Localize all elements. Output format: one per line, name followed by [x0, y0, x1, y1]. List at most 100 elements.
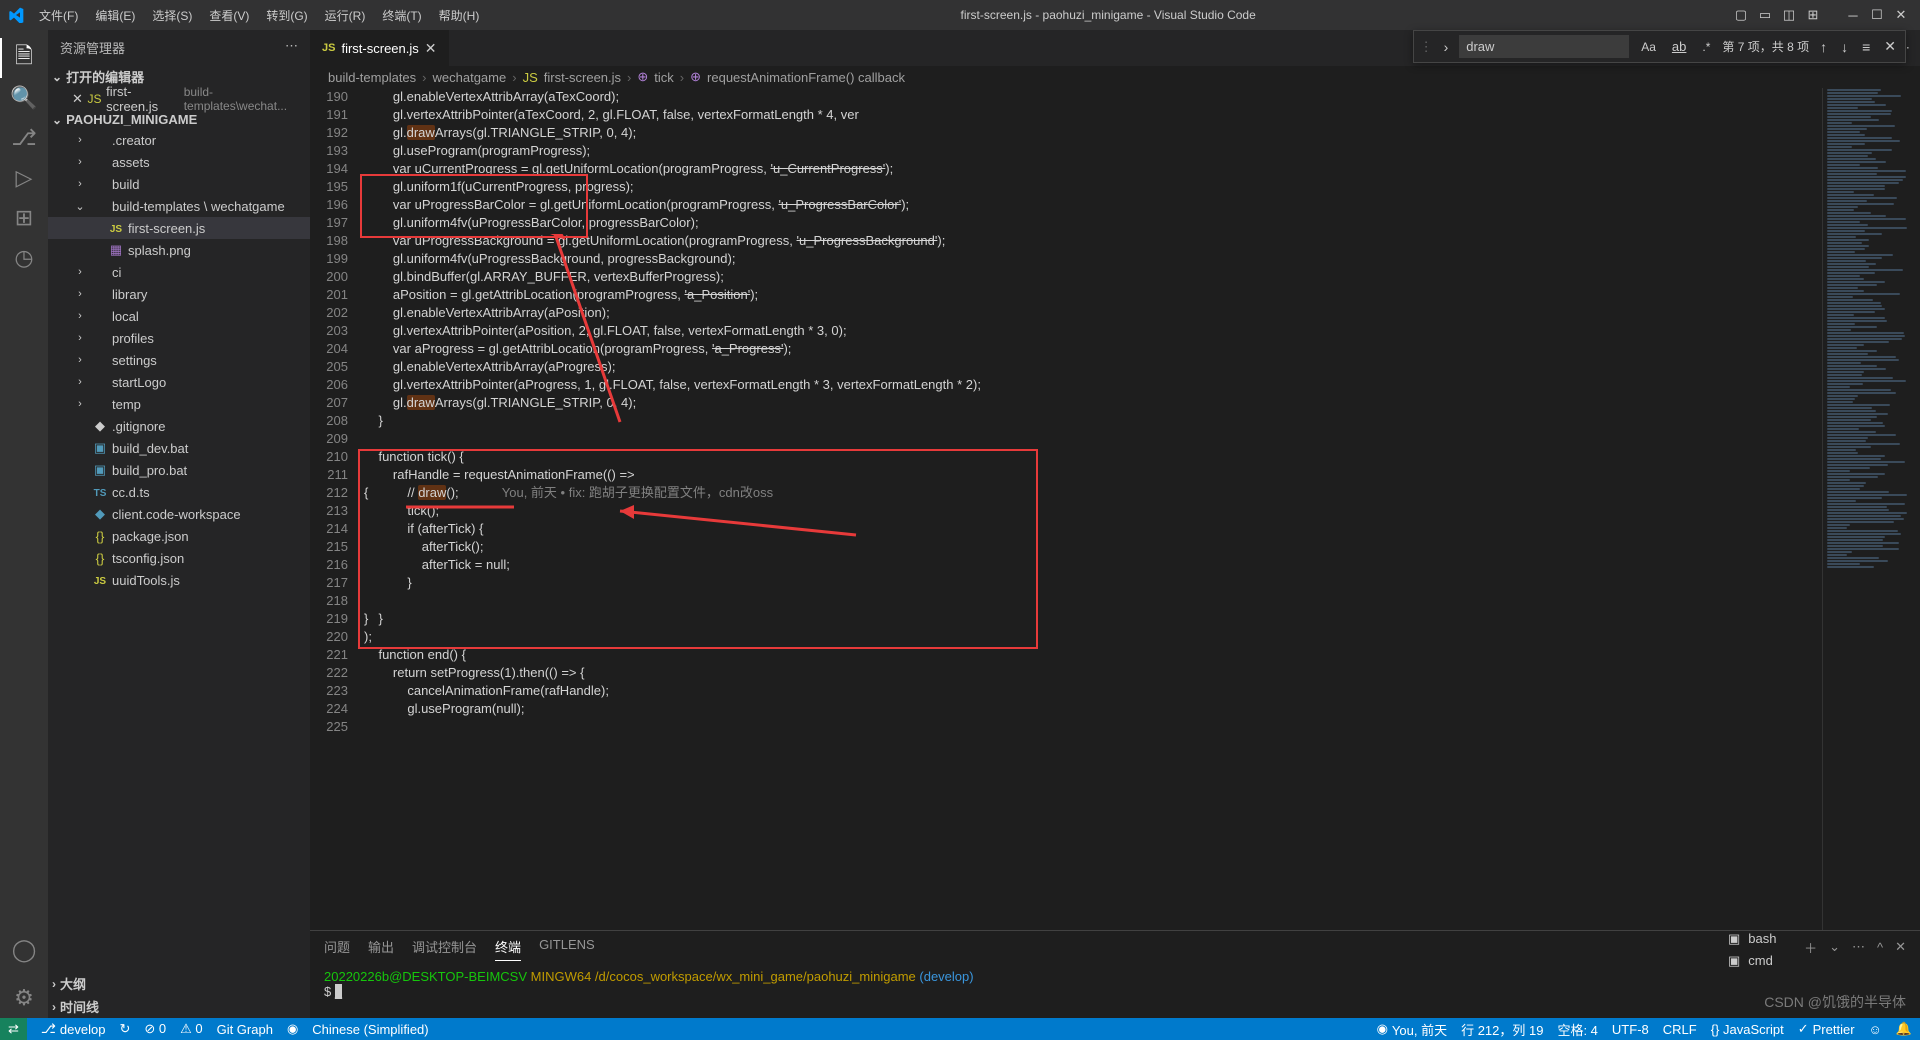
tree-item-ci[interactable]: ›ci: [48, 261, 310, 283]
tree-item-build-templates---wechatgame[interactable]: ⌄build-templates \ wechatgame: [48, 195, 310, 217]
editor-area: JS first-screen.js ✕ ◁ ⇄ ▷ ◫ ⋯ build-tem…: [310, 30, 1920, 1018]
status-position[interactable]: 行 212，列 19: [1461, 1020, 1543, 1039]
tree-item-settings[interactable]: ›settings: [48, 349, 310, 371]
tab-gitlens[interactable]: GITLENS: [539, 937, 595, 961]
open-editor-item[interactable]: ✕ JS first-screen.js build-templates\wec…: [48, 88, 310, 110]
breadcrumb[interactable]: build-templates› wechatgame› JS first-sc…: [310, 66, 1920, 88]
tree-item-local[interactable]: ›local: [48, 305, 310, 327]
next-match-icon[interactable]: ↓: [1838, 39, 1851, 55]
status-sync[interactable]: ↻: [119, 1021, 130, 1037]
find-resize-grip[interactable]: ⋮: [1420, 39, 1433, 55]
close-icon[interactable]: ✕: [72, 91, 83, 107]
search-icon[interactable]: 🔍: [0, 78, 48, 118]
find-input[interactable]: [1459, 35, 1629, 58]
terminal-item-bash[interactable]: ▣bash: [1720, 928, 1910, 950]
maximize-button[interactable]: ☐: [1866, 4, 1888, 26]
code-content[interactable]: gl.enableVertexAttribArray(aTexCoord); g…: [364, 88, 1822, 930]
activitybar: 🗎 🔍 ⎇ ▷ ⊞ ◷ ◯ ⚙: [0, 30, 48, 1018]
menubar: 文件(F) 编辑(E) 选择(S) 查看(V) 转到(G) 运行(R) 终端(T…: [32, 3, 486, 28]
tab-terminal[interactable]: 终端: [495, 937, 521, 961]
status-warnings[interactable]: ⚠ 0: [180, 1021, 203, 1037]
remote-icon[interactable]: ◷: [0, 238, 48, 278]
menu-help[interactable]: 帮助(H): [432, 3, 487, 28]
menu-view[interactable]: 查看(V): [202, 3, 256, 28]
menu-goto[interactable]: 转到(G): [259, 3, 314, 28]
status-prettier[interactable]: ✓ Prettier: [1798, 1021, 1855, 1037]
tree-item-tsconfig-json[interactable]: {}tsconfig.json: [48, 547, 310, 569]
remote-indicator[interactable]: ⇄: [0, 1018, 27, 1040]
status-language-mode[interactable]: Chinese (Simplified): [312, 1022, 428, 1037]
close-icon[interactable]: ✕: [425, 40, 437, 57]
source-control-icon[interactable]: ⎇: [0, 118, 48, 158]
minimize-button[interactable]: ─: [1842, 4, 1864, 26]
match-case-icon[interactable]: Aa: [1637, 38, 1660, 56]
extensions-icon[interactable]: ⊞: [0, 198, 48, 238]
code-editor[interactable]: 1901911921931941951961971981992002012022…: [310, 88, 1920, 930]
status-language[interactable]: {} JavaScript: [1711, 1022, 1784, 1037]
tab-debug-console[interactable]: 调试控制台: [412, 937, 477, 961]
line-gutter: 1901911921931941951961971981992002012022…: [310, 88, 364, 930]
close-button[interactable]: ✕: [1890, 4, 1912, 26]
regex-icon[interactable]: .*: [1698, 38, 1714, 56]
find-result: 第 7 项，共 8 项: [1722, 38, 1809, 55]
close-find-icon[interactable]: ✕: [1881, 38, 1899, 55]
file-tree: ›.creator›assets›build⌄build-templates \…: [48, 129, 310, 972]
status-bell-icon[interactable]: 🔔: [1896, 1021, 1912, 1037]
tree-item-startLogo[interactable]: ›startLogo: [48, 371, 310, 393]
tree-item-splash-png[interactable]: ▦splash.png: [48, 239, 310, 261]
status-eol[interactable]: CRLF: [1663, 1022, 1697, 1037]
tree-item-uuidTools-js[interactable]: JSuuidTools.js: [48, 569, 310, 591]
status-live[interactable]: ◉: [287, 1021, 298, 1037]
status-errors[interactable]: ⊘ 0: [144, 1021, 166, 1037]
tab-first-screen[interactable]: JS first-screen.js ✕: [310, 30, 450, 66]
status-feedback-icon[interactable]: ☺: [1869, 1022, 1882, 1037]
layout-icon[interactable]: ▭: [1754, 4, 1776, 26]
terminal-item-cmd[interactable]: ▣cmd: [1720, 950, 1910, 972]
status-gitgraph[interactable]: Git Graph: [217, 1022, 273, 1037]
folder-root-header[interactable]: ⌄PAOHUZI_MINIGAME: [48, 110, 310, 129]
menu-file[interactable]: 文件(F): [32, 3, 85, 28]
run-debug-icon[interactable]: ▷: [0, 158, 48, 198]
tree-item-build_dev-bat[interactable]: ▣build_dev.bat: [48, 437, 310, 459]
menu-run[interactable]: 运行(R): [318, 3, 373, 28]
explorer-icon[interactable]: 🗎: [0, 38, 48, 78]
layout-icon[interactable]: ▢: [1730, 4, 1752, 26]
whole-word-icon[interactable]: ab: [1668, 37, 1690, 56]
tree-item-assets[interactable]: ›assets: [48, 151, 310, 173]
find-in-selection-icon[interactable]: ≡: [1859, 39, 1873, 55]
tab-output[interactable]: 输出: [368, 937, 394, 961]
status-encoding[interactable]: UTF-8: [1612, 1022, 1649, 1037]
tree-item-cc-d-ts[interactable]: TScc.d.ts: [48, 481, 310, 503]
tree-item--gitignore[interactable]: ◆.gitignore: [48, 415, 310, 437]
tree-item-build[interactable]: ›build: [48, 173, 310, 195]
tab-problems[interactable]: 问题: [324, 937, 350, 961]
tree-item-library[interactable]: ›library: [48, 283, 310, 305]
menu-select[interactable]: 选择(S): [145, 3, 199, 28]
account-icon[interactable]: ◯: [0, 930, 48, 970]
outline-header[interactable]: ›大纲: [48, 972, 310, 995]
timeline-header[interactable]: ›时间线: [48, 995, 310, 1018]
tree-item-client-code-workspace[interactable]: ◆client.code-workspace: [48, 503, 310, 525]
menu-edit[interactable]: 编辑(E): [88, 3, 142, 28]
tree-item-package-json[interactable]: {}package.json: [48, 525, 310, 547]
more-icon[interactable]: ⋯: [285, 38, 298, 57]
panel-tabs: 问题 输出 调试控制台 终端 GITLENS ＋ ⌄ ⋯ ^ ✕: [310, 931, 1920, 967]
tree-item--creator[interactable]: ›.creator: [48, 129, 310, 151]
menu-terminal[interactable]: 终端(T): [375, 3, 428, 28]
expand-replace-icon[interactable]: ›: [1441, 39, 1452, 55]
status-branch[interactable]: ⎇ develop: [41, 1021, 106, 1037]
minimap[interactable]: [1822, 88, 1920, 930]
tree-item-temp[interactable]: ›temp: [48, 393, 310, 415]
tree-item-profiles[interactable]: ›profiles: [48, 327, 310, 349]
layout-icon[interactable]: ◫: [1778, 4, 1800, 26]
layout-icon[interactable]: ⊞: [1802, 4, 1824, 26]
status-blame[interactable]: ◉ You, 前天: [1377, 1020, 1448, 1039]
tree-item-first-screen-js[interactable]: JSfirst-screen.js: [48, 217, 310, 239]
tree-item-build_pro-bat[interactable]: ▣build_pro.bat: [48, 459, 310, 481]
window-title: first-screen.js - paohuzi_minigame - Vis…: [486, 8, 1730, 22]
bottom-panel: 问题 输出 调试控制台 终端 GITLENS ＋ ⌄ ⋯ ^ ✕ 2022022…: [310, 930, 1920, 1018]
settings-gear-icon[interactable]: ⚙: [0, 978, 48, 1018]
prev-match-icon[interactable]: ↑: [1817, 39, 1830, 55]
status-spaces[interactable]: 空格: 4: [1557, 1020, 1597, 1039]
terminal[interactable]: 20220226b@DESKTOP-BEIMCSV MINGW64 /d/coc…: [310, 967, 1920, 1018]
